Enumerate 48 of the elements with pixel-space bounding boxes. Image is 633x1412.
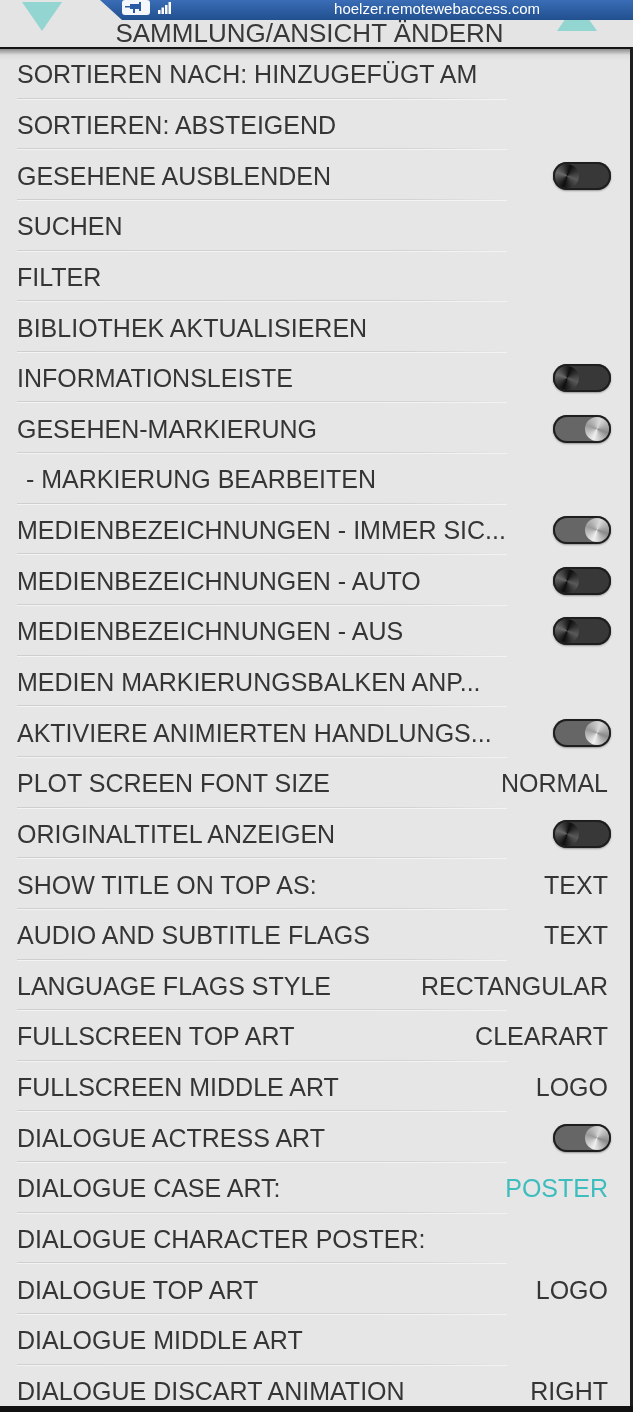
setting-value[interactable]: NORMAL bbox=[501, 768, 608, 799]
setting-label[interactable]: MEDIEN MARKIERUNGSBALKEN ANP... bbox=[17, 667, 481, 697]
toggle-switch[interactable] bbox=[553, 414, 611, 443]
setting-label[interactable]: BIBLIOTHEK AKTUALISIEREN bbox=[17, 312, 368, 343]
setting-label[interactable]: AKTIVIERE ANIMIERTEN HANDLUNGS... bbox=[17, 717, 492, 748]
setting-label[interactable]: - MARKIERUNG BEARBEITEN bbox=[26, 464, 377, 495]
setting-label[interactable]: SHOW TITLE ON TOP AS: bbox=[17, 869, 317, 900]
setting-value[interactable]: LOGO bbox=[535, 1072, 608, 1103]
pin-icon[interactable] bbox=[122, 0, 150, 15]
setting-label[interactable]: MEDIENBEZEICHNUNGEN - AUS bbox=[17, 616, 404, 647]
setting-label[interactable]: DIALOGUE CASE ART: bbox=[17, 1173, 281, 1204]
toggle-switch[interactable] bbox=[553, 1123, 611, 1152]
setting-label[interactable]: SUCHEN bbox=[17, 211, 123, 242]
setting-label[interactable]: DIALOGUE TOP ART bbox=[17, 1274, 259, 1305]
setting-label[interactable]: GESEHEN-MARKIERUNG bbox=[17, 413, 318, 444]
setting-label[interactable]: PLOT SCREEN FONT SIZE bbox=[17, 768, 331, 799]
setting-label[interactable]: INFORMATIONSLEISTE bbox=[17, 363, 293, 394]
setting-value[interactable]: RECTANGULAR bbox=[420, 970, 608, 1001]
setting-label[interactable]: FULLSCREEN TOP ART bbox=[17, 1021, 295, 1052]
toggle-switch[interactable] bbox=[553, 819, 611, 848]
toggle-switch[interactable] bbox=[553, 364, 611, 393]
setting-label[interactable]: MEDIENBEZEICHNUNGEN - IMMER SIC... bbox=[17, 515, 506, 546]
setting-label[interactable]: AUDIO AND SUBTITLE FLAGS bbox=[17, 920, 370, 951]
setting-value[interactable]: RIGHT bbox=[530, 1375, 608, 1406]
setting-label[interactable]: DIALOGUE DISCART ANIMATION bbox=[17, 1375, 405, 1406]
setting-label[interactable]: GESEHENE AUSBLENDEN bbox=[17, 160, 331, 191]
setting-label[interactable]: SORTIEREN NACH: HINZUGEFÜGT AM bbox=[17, 59, 478, 90]
address-text: hoelzer.remotewebaccess.com bbox=[334, 0, 540, 17]
toggle-switch[interactable] bbox=[553, 566, 611, 595]
setting-label[interactable]: LANGUAGE FLAGS STYLE bbox=[17, 970, 331, 1001]
toggle-switch[interactable] bbox=[553, 617, 611, 646]
toggle-switch[interactable] bbox=[553, 516, 611, 545]
setting-value[interactable]: TEXT bbox=[544, 920, 608, 951]
setting-label[interactable]: FULLSCREEN MIDDLE ART bbox=[17, 1072, 339, 1103]
header-title: SAMMLUNG/ANSICHT ÄNDERN bbox=[115, 20, 504, 46]
setting-value[interactable]: LOGO bbox=[535, 1274, 608, 1305]
setting-label[interactable]: MEDIENBEZEICHNUNGEN - AUTO bbox=[17, 565, 421, 596]
setting-label[interactable]: SORTIEREN: ABSTEIGEND bbox=[17, 109, 337, 140]
setting-label[interactable]: DIALOGUE CHARACTER POSTER: bbox=[17, 1224, 426, 1255]
setting-value[interactable]: CLEARART bbox=[475, 1021, 608, 1052]
toggle-switch[interactable] bbox=[553, 161, 611, 190]
setting-label[interactable]: DIALOGUE ACTRESS ART bbox=[17, 1122, 325, 1153]
setting-value[interactable]: TEXT bbox=[544, 869, 608, 900]
toggle-switch[interactable] bbox=[553, 718, 611, 747]
setting-label[interactable]: DIALOGUE MIDDLE ART bbox=[17, 1325, 303, 1356]
setting-label[interactable]: ORIGINALTITEL ANZEIGEN bbox=[17, 818, 336, 849]
setting-label[interactable]: FILTER bbox=[17, 261, 102, 292]
signal-icon bbox=[158, 2, 172, 14]
